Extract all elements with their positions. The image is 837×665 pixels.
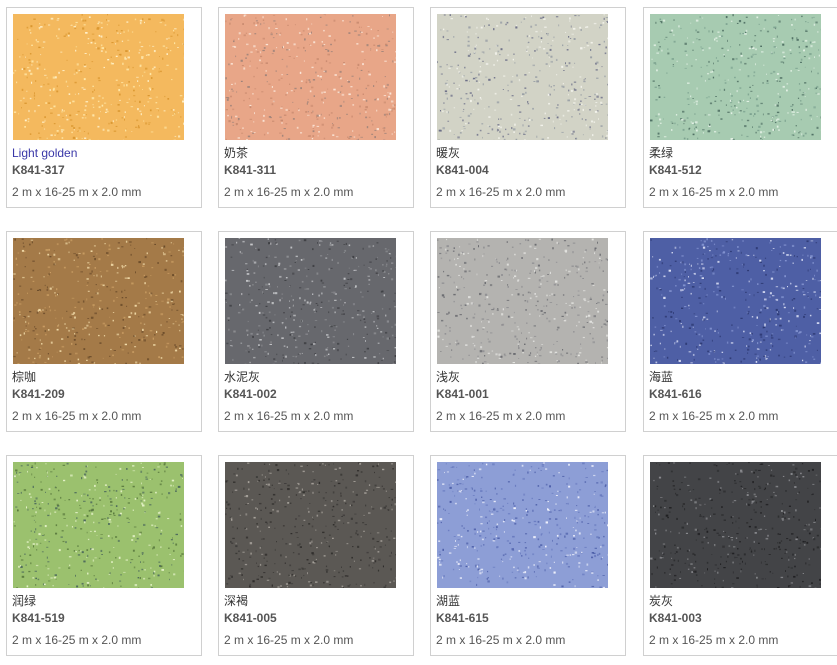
product-card[interactable]: 海蓝 K841-616 2 m x 16-25 m x 2.0 mm — [643, 231, 837, 432]
product-name[interactable]: 湖蓝 — [436, 594, 460, 609]
product-swatch-image[interactable] — [13, 238, 184, 364]
product-size: 2 m x 16-25 m x 2.0 mm — [224, 633, 354, 647]
product-card[interactable]: 润绿 K841-519 2 m x 16-25 m x 2.0 mm — [6, 455, 202, 656]
product-size: 2 m x 16-25 m x 2.0 mm — [649, 185, 779, 199]
product-card[interactable]: Light golden K841-317 2 m x 16-25 m x 2.0 … — [6, 7, 202, 208]
product-swatch-image[interactable] — [13, 462, 184, 588]
product-card[interactable]: 炭灰 K841-003 2 m x 16-25 m x 2.0 mm — [643, 455, 837, 656]
product-swatch-image[interactable] — [650, 238, 821, 364]
product-card[interactable]: 柔绿 K841-512 2 m x 16-25 m x 2.0 mm — [643, 7, 837, 208]
product-size: 2 m x 16-25 m x 2.0 mm — [436, 409, 566, 423]
product-code: K841-005 — [224, 611, 277, 625]
product-card[interactable]: 棕咖 K841-209 2 m x 16-25 m x 2.0 mm — [6, 231, 202, 432]
product-swatch-image[interactable] — [650, 462, 821, 588]
product-name[interactable]: 奶茶 — [224, 146, 248, 161]
product-card[interactable]: 湖蓝 K841-615 2 m x 16-25 m x 2.0 mm — [430, 455, 626, 656]
product-code: K841-317 — [12, 163, 65, 177]
product-swatch-image[interactable] — [437, 14, 608, 140]
product-swatch-image[interactable] — [13, 14, 184, 140]
product-code: K841-615 — [436, 611, 489, 625]
product-name[interactable]: 润绿 — [12, 594, 36, 609]
product-swatch-image[interactable] — [437, 238, 608, 364]
product-swatch-image[interactable] — [650, 14, 821, 140]
product-name[interactable]: Light golden — [12, 146, 77, 161]
product-card[interactable]: 浅灰 K841-001 2 m x 16-25 m x 2.0 mm — [430, 231, 626, 432]
product-code: K841-512 — [649, 163, 702, 177]
product-name[interactable]: 水泥灰 — [224, 370, 260, 385]
product-swatch-image[interactable] — [225, 462, 396, 588]
product-size: 2 m x 16-25 m x 2.0 mm — [224, 409, 354, 423]
product-size: 2 m x 16-25 m x 2.0 mm — [436, 185, 566, 199]
product-name[interactable]: 海蓝 — [649, 370, 673, 385]
product-name[interactable]: 浅灰 — [436, 370, 460, 385]
product-card[interactable]: 暖灰 K841-004 2 m x 16-25 m x 2.0 mm — [430, 7, 626, 208]
product-name[interactable]: 炭灰 — [649, 594, 673, 609]
product-code: K841-311 — [224, 163, 277, 177]
product-card[interactable]: 深褐 K841-005 2 m x 16-25 m x 2.0 mm — [218, 455, 414, 656]
product-name[interactable]: 深褐 — [224, 594, 248, 609]
product-code: K841-519 — [12, 611, 65, 625]
product-swatch-image[interactable] — [225, 238, 396, 364]
product-code: K841-004 — [436, 163, 489, 177]
product-code: K841-003 — [649, 611, 702, 625]
product-code: K841-002 — [224, 387, 277, 401]
product-code: K841-209 — [12, 387, 65, 401]
product-swatch-image[interactable] — [225, 14, 396, 140]
product-size: 2 m x 16-25 m x 2.0 mm — [12, 185, 142, 199]
product-size: 2 m x 16-25 m x 2.0 mm — [436, 633, 566, 647]
product-name[interactable]: 暖灰 — [436, 146, 460, 161]
product-card[interactable]: 水泥灰 K841-002 2 m x 16-25 m x 2.0 mm — [218, 231, 414, 432]
product-name[interactable]: 柔绿 — [649, 146, 673, 161]
product-size: 2 m x 16-25 m x 2.0 mm — [649, 409, 779, 423]
product-size: 2 m x 16-25 m x 2.0 mm — [12, 409, 142, 423]
product-grid: Light golden K841-317 2 m x 16-25 m x 2.0 … — [0, 0, 837, 665]
product-code: K841-616 — [649, 387, 702, 401]
product-code: K841-001 — [436, 387, 489, 401]
product-size: 2 m x 16-25 m x 2.0 mm — [649, 633, 779, 647]
product-size: 2 m x 16-25 m x 2.0 mm — [12, 633, 142, 647]
product-name[interactable]: 棕咖 — [12, 370, 36, 385]
product-swatch-image[interactable] — [437, 462, 608, 588]
product-size: 2 m x 16-25 m x 2.0 mm — [224, 185, 354, 199]
product-card[interactable]: 奶茶 K841-311 2 m x 16-25 m x 2.0 mm — [218, 7, 414, 208]
